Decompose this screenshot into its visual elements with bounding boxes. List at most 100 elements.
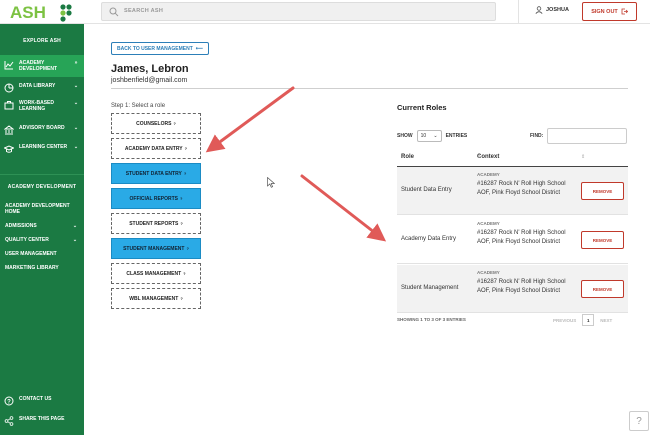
chart-line-icon <box>4 61 14 70</box>
table-row: Academy Data Entry ACADEMY #16287 Rock N… <box>397 216 628 264</box>
logo-text: ASH <box>10 3 46 22</box>
role-student-management-button[interactable]: STUDENT MANAGEMENT? <box>111 238 201 259</box>
column-header-actions[interactable]: ⇕ <box>577 151 628 167</box>
entries-select[interactable]: 10 ⌄ <box>416 130 442 142</box>
sidebar-item-advisory-board[interactable]: ADVISORY BOARD ⌄ <box>0 125 84 137</box>
role-label: STUDENT REPORTS <box>129 220 179 227</box>
back-label: BACK TO USER MANAGEMENT <box>117 45 193 52</box>
entries-control: SHOW 10 ⌄ ENTRIES <box>397 130 467 142</box>
search-input[interactable]: SEARCH ASH <box>101 2 496 21</box>
sort-icon: ⇕ <box>477 154 482 160</box>
sidebar-item-work-based-learning[interactable]: WORK-BASED LEARNING ⌄ <box>0 100 84 118</box>
role-official-reports-button[interactable]: OFFICIAL REPORTS? <box>111 188 201 209</box>
sidebar-item-data-library[interactable]: DATA LIBRARY ⌄ <box>0 83 84 95</box>
table-row: Student Data Entry ACADEMY #16287 Rock N… <box>397 167 628 215</box>
sidebar-subitem-label: MARKETING LIBRARY <box>5 265 59 271</box>
sidebar-item-academy-development[interactable]: ACADEMY DEVELOPMENT » <box>0 55 84 77</box>
sign-out-icon <box>621 8 628 15</box>
role-label: CLASS MANAGEMENT <box>126 270 182 277</box>
row-context: #16287 Rock N' Roll High School AOF, Pin… <box>477 279 566 294</box>
show-label: SHOW <box>397 133 413 139</box>
contact-us-link[interactable]: ? CONTACT US <box>0 396 84 408</box>
chevron-down-icon: ⌄ <box>73 125 79 131</box>
role-academy-data-entry-button[interactable]: ACADEMY DATA ENTRY? <box>111 138 201 159</box>
top-bar: ASH SEARCH ASH JOSHUA SIGN OUT <box>0 0 650 24</box>
row-context-label: ACADEMY <box>477 221 500 226</box>
column-header-role[interactable]: Role ⇕ <box>397 151 473 167</box>
sidebar-item-label: LEARNING CENTER <box>19 144 68 150</box>
share-page-label: SHARE THIS PAGE <box>19 416 65 422</box>
back-to-user-management-button[interactable]: BACK TO USER MANAGEMENT ⟵ <box>111 42 209 55</box>
sidebar-item-learning-center[interactable]: LEARNING CENTER ⌄ <box>0 144 84 162</box>
arrow-left-icon: ⟵ <box>195 45 203 52</box>
previous-page-link[interactable]: PREVIOUS <box>553 318 576 323</box>
sidebar-item-label: ADVISORY BOARD <box>19 125 65 131</box>
chevron-down-icon: ⌄ <box>73 144 79 150</box>
question-circle-icon: ? <box>4 396 14 406</box>
role-label: WBL MANAGEMENT <box>129 295 179 302</box>
role-student-reports-button[interactable]: STUDENT REPORTS? <box>111 213 201 234</box>
role-help-mark: ? <box>183 271 186 276</box>
role-help-mark: ? <box>173 121 176 126</box>
remove-button[interactable]: REMOVE <box>581 280 624 298</box>
sidebar: EXPLORE ASH ACADEMY DEVELOPMENT » DATA L… <box>0 24 84 435</box>
next-page-link[interactable]: NEXT <box>600 318 612 323</box>
user-icon <box>535 6 543 14</box>
sidebar-subitem-academy-development-home[interactable]: ACADEMY DEVELOPMENT HOME <box>5 203 83 215</box>
main-content: BACK TO USER MANAGEMENT ⟵ James, Lebron … <box>84 25 650 435</box>
role-student-data-entry-button[interactable]: STUDENT DATA ENTRY? <box>111 163 201 184</box>
role-label: COUNSELORS <box>136 120 172 127</box>
remove-button[interactable]: REMOVE <box>581 182 624 200</box>
row-context-label: ACADEMY <box>477 172 500 177</box>
share-page-link[interactable]: SHARE THIS PAGE <box>0 416 84 428</box>
sidebar-subitem-user-management[interactable]: USER MANAGEMENT <box>5 251 83 257</box>
section-heading: ACADEMY DEVELOPMENT <box>7 184 77 190</box>
sidebar-subitem-label: USER MANAGEMENT <box>5 251 57 257</box>
sidebar-item-label: DATA LIBRARY <box>19 83 56 89</box>
page-number-button[interactable]: 1 <box>582 314 595 326</box>
column-header-context[interactable]: Context ⇕ <box>473 151 577 167</box>
role-counselors-button[interactable]: COUNSELORS? <box>111 113 201 134</box>
graduation-cap-icon <box>4 145 14 153</box>
role-help-mark: ? <box>184 146 188 151</box>
remove-button[interactable]: REMOVE <box>581 231 624 249</box>
help-button[interactable]: ? <box>629 411 649 431</box>
row-context: #16287 Rock N' Roll High School AOF, Pin… <box>477 181 566 196</box>
find-input[interactable] <box>547 128 628 144</box>
role-class-management-button[interactable]: CLASS MANAGEMENT? <box>111 263 201 284</box>
sign-out-button[interactable]: SIGN OUT <box>582 2 637 21</box>
role-label: OFFICIAL REPORTS <box>129 195 179 202</box>
chevron-down-icon: ⌄ <box>433 133 438 139</box>
step-label: Step 1: Select a role <box>111 103 166 109</box>
sidebar-subitem-admissions[interactable]: ADMISSIONS ⌄ <box>5 223 83 229</box>
sort-icon: ⇕ <box>401 154 406 160</box>
showing-entries-text: SHOWING 1 TO 3 OF 3 ENTRIES <box>397 317 466 322</box>
sidebar-subitem-marketing-library[interactable]: MARKETING LIBRARY <box>5 265 83 271</box>
entries-value: 10 <box>420 133 427 139</box>
row-role: Academy Data Entry <box>401 236 457 242</box>
briefcase-icon <box>4 101 14 110</box>
role-label: ACADEMY DATA ENTRY <box>124 145 183 152</box>
user-menu[interactable]: JOSHUA <box>535 6 569 14</box>
chevron-down-icon: ⌄ <box>72 237 78 243</box>
find-control: FIND: <box>530 128 628 144</box>
row-role: Student Data Entry <box>401 187 452 193</box>
contact-us-label: CONTACT US <box>19 396 52 402</box>
role-help-mark: ? <box>186 246 189 251</box>
ash-logo[interactable]: ASH <box>10 2 72 22</box>
bank-icon <box>4 125 14 135</box>
sidebar-subitem-label: ADMISSIONS <box>5 223 37 229</box>
sidebar-subitem-quality-center[interactable]: QUALITY CENTER ⌄ <box>5 237 83 243</box>
role-label: STUDENT MANAGEMENT <box>123 245 185 252</box>
app-window: ASH SEARCH ASH JOSHUA SIGN OUT EXPLORE A… <box>0 0 650 435</box>
chevron-down-icon: ⌄ <box>73 83 79 89</box>
search-placeholder: SEARCH ASH <box>124 8 164 14</box>
role-wbl-management-button[interactable]: WBL MANAGEMENT? <box>111 288 201 309</box>
svg-text:?: ? <box>7 399 11 405</box>
user-email: joshbenfield@gmail.com <box>111 77 188 84</box>
current-roles-title: Current Roles <box>397 103 447 112</box>
table-row: Student Management ACADEMY #16287 Rock N… <box>397 265 628 313</box>
user-full-name: James, Lebron <box>111 63 189 75</box>
role-help-mark: ? <box>180 196 183 201</box>
chevron-right-icon: » <box>74 60 78 66</box>
